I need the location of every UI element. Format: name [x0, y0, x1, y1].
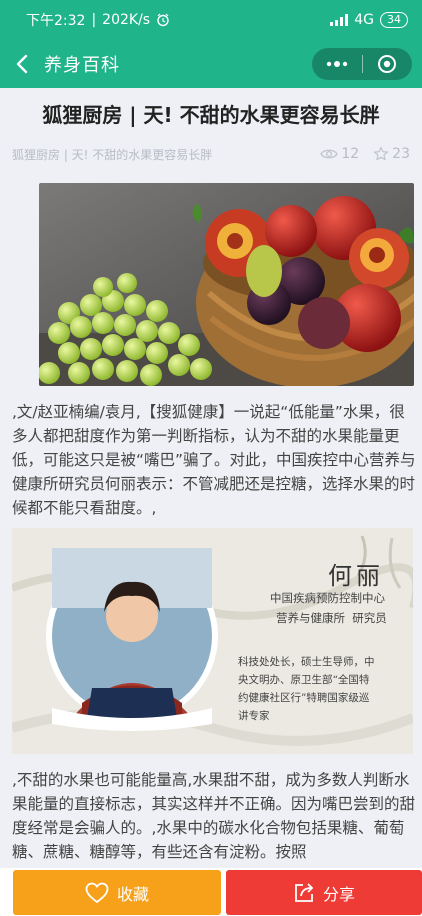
bottom-action-bar: 收藏 分享 [0, 868, 422, 916]
chevron-left-icon [16, 54, 28, 74]
share-label: 分享 [322, 884, 355, 904]
close-miniprogram-button[interactable] [363, 48, 413, 80]
article-paragraph-1: ,文/赵亚楠编/袁月,【搜狐健康】一说起“低能量”水果，很多人都把甜度作为第一判… [12, 403, 416, 517]
network-type: 4G [354, 12, 374, 28]
eye-icon [320, 149, 339, 159]
article-meta: 狐狸厨房 | 天! 不甜的水果更容易长胖 12 23 [0, 144, 422, 164]
fruit-basket-image [39, 183, 414, 386]
expert-bio-3: 约健康社区行”特聘国家级巡 [238, 692, 370, 704]
status-time: 下午2:32 [26, 13, 86, 29]
expert-bio-4: 讲专家 [238, 710, 270, 722]
alarm-icon [157, 13, 169, 27]
target-circle-icon [378, 55, 397, 73]
expert-card-image: 何丽 中国疾病预防控制中心 营养与健康所 研究员 科技处处长，硕士生导师，中 央… [12, 528, 413, 754]
status-speed: 202K/s [102, 12, 151, 28]
favorite-count: 23 [373, 146, 410, 162]
status-bar: 下午2:32 | 202K/s 4G 34 [0, 0, 422, 40]
expert-bio-1: 科技处处长，硕士生导师，中 [238, 656, 375, 668]
expert-org-1: 中国疾病预防控制中心 [270, 591, 385, 605]
nav-bar: 养身百科 [0, 40, 422, 88]
article-content[interactable]: 狐狸厨房 | 天! 不甜的水果更容易长胖 狐狸厨房 | 天! 不甜的水果更容易长… [0, 88, 422, 868]
expert-name: 何丽 [328, 562, 384, 590]
favorite-button[interactable]: 收藏 [13, 870, 221, 915]
expert-bio-2: 央文明办、原卫生部“全国特 [238, 674, 370, 686]
share-icon [295, 882, 314, 902]
article-title: 狐狸厨房 | 天! 不甜的水果更容易长胖 [42, 103, 380, 127]
miniprogram-capsule [312, 48, 412, 80]
favorite-label: 收藏 [116, 884, 149, 904]
view-count: 12 [320, 146, 359, 162]
article-subtitle: 狐狸厨房 | 天! 不甜的水果更容易长胖 [12, 147, 213, 162]
battery-icon: 34 [380, 12, 408, 28]
article-paragraph-2: ,不甜的水果也可能能量高,水果甜不甜，成为多数人判断水果能量的直接标志，其实这样… [12, 771, 416, 861]
more-dots-icon [326, 61, 347, 67]
more-button[interactable] [312, 48, 362, 80]
star-icon [374, 146, 389, 161]
expert-org-2: 营养与健康所 研究员 [276, 611, 387, 625]
signal-icon [330, 14, 349, 26]
share-button[interactable]: 分享 [226, 870, 422, 915]
heart-icon [85, 882, 109, 903]
back-button[interactable] [0, 40, 44, 88]
nav-title: 养身百科 [44, 55, 120, 76]
